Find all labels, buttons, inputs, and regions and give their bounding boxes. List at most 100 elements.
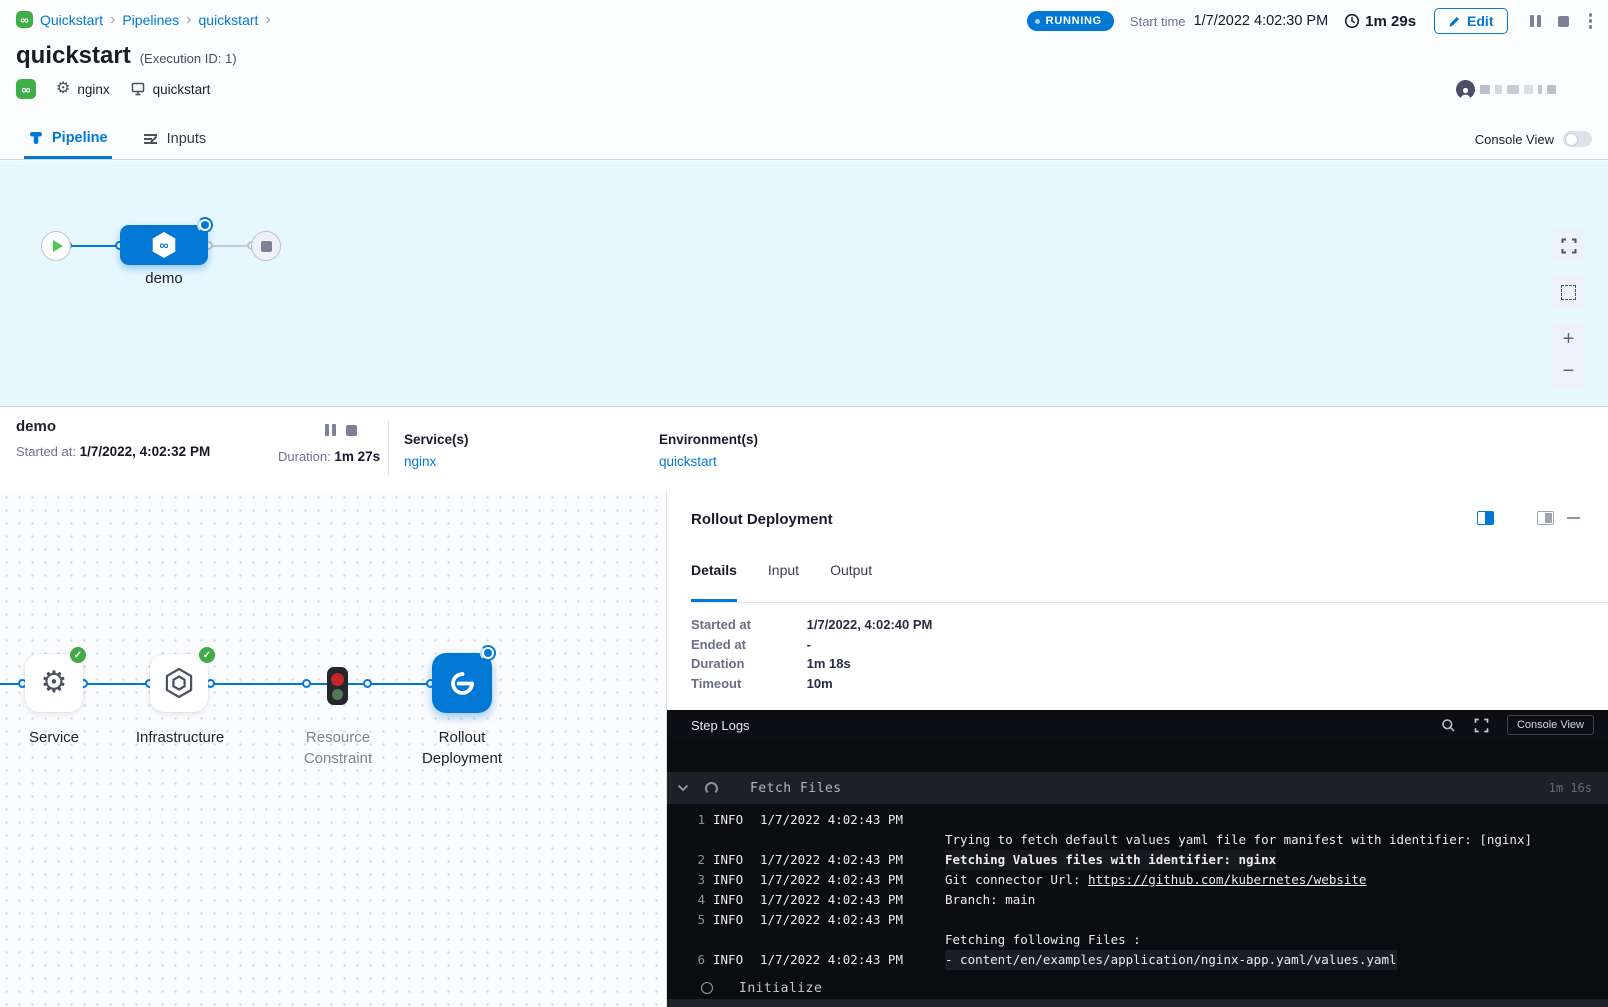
inputs-icon <box>142 131 159 147</box>
stage-details-bar: demo Started at: 1/7/2022, 4:02:32 PM Du… <box>0 406 1608 491</box>
edge-start-to-stage <box>70 245 120 247</box>
log-search-icon[interactable] <box>1441 718 1456 733</box>
breadcrumb-separator: › <box>186 13 191 27</box>
pipeline-icon <box>28 130 44 146</box>
section-name: Initialize <box>739 981 822 996</box>
minimize-panel-icon[interactable] <box>1567 517 1580 520</box>
log-line: 3INFO1/7/2022 4:02:43 PMGit connector Ur… <box>667 870 1608 890</box>
canvas-zoom-controls: + − <box>1552 323 1585 387</box>
log-line: 5INFO1/7/2022 4:02:43 PM <box>667 910 1608 930</box>
page-header: ∞ Quickstart › Pipelines › quickstart › … <box>0 0 1608 160</box>
log-fullscreen-icon[interactable] <box>1474 718 1489 733</box>
tab-input[interactable]: Input <box>768 555 799 602</box>
log-line: Trying to fetch default values yaml file… <box>667 830 1608 850</box>
redacted-text <box>1547 85 1556 94</box>
service-gear-icon: ⚙ <box>41 668 68 698</box>
environments-label: Environment(s) <box>659 432 758 447</box>
pause-execution-icon[interactable] <box>1530 15 1541 27</box>
canvas-select-button[interactable] <box>1552 276 1585 309</box>
step-logs-header: Step Logs Console View <box>667 710 1608 740</box>
status-badge: RUNNING <box>1027 11 1114 31</box>
avatar <box>1456 80 1475 99</box>
breadcrumb-link-pipelines[interactable]: Pipelines <box>122 12 179 28</box>
zoom-in-button[interactable]: + <box>1552 323 1585 355</box>
stage-node-demo[interactable]: ∞ <box>120 225 208 265</box>
success-check-icon: ✓ <box>70 647 86 663</box>
stage-name: demo <box>16 418 56 435</box>
redacted-text <box>1538 85 1542 94</box>
step-node-service[interactable]: ⚙ <box>25 654 83 712</box>
next-section-edge <box>667 999 1608 1007</box>
log-console-view-button[interactable]: Console View <box>1507 715 1594 735</box>
log-section-fetch-files[interactable]: Fetch Files 1m 16s <box>667 772 1608 804</box>
graph-edge <box>83 683 150 685</box>
console-view-toggle[interactable] <box>1563 131 1592 147</box>
bottom-split: ⚙ ✓ Service ✓ Infrastructure Resource Co… <box>0 491 1608 1007</box>
panel-tabs: Details Input Output <box>691 555 1608 603</box>
log-section-initialize[interactable]: Initialize <box>667 976 1608 1000</box>
environment-icon <box>130 81 146 97</box>
environment-tag: quickstart <box>130 81 211 97</box>
stop-execution-icon[interactable] <box>1558 16 1569 27</box>
step-details-panel: Rollout Deployment Details Input Output … <box>666 491 1608 1007</box>
stop-square-icon <box>261 241 272 252</box>
pipeline-end-node <box>251 231 281 261</box>
environments-column: Environment(s) quickstart <box>659 432 758 469</box>
stage-pause-icon[interactable] <box>325 424 336 436</box>
page-title: quickstart <box>16 42 131 70</box>
step-node-infrastructure[interactable] <box>150 654 208 712</box>
step-running-spinner <box>480 645 496 661</box>
detail-row: Timeout 10m <box>691 674 932 694</box>
zoom-out-button[interactable]: − <box>1552 355 1585 387</box>
stage-controls <box>325 424 357 436</box>
stage-duration: Duration: 1m 27s <box>278 449 380 464</box>
environment-link[interactable]: quickstart <box>659 454 758 469</box>
clock-icon <box>1344 13 1360 29</box>
start-time-label: Start time <box>1130 14 1186 29</box>
marquee-icon <box>1561 285 1576 300</box>
step-node-resource-constraint[interactable] <box>327 667 348 705</box>
pending-circle-icon <box>701 982 713 994</box>
traffic-light-green <box>332 689 343 700</box>
title-row: quickstart (Execution ID: 1) <box>16 42 237 70</box>
services-label: Service(s) <box>404 432 469 447</box>
rollout-deployment-icon <box>449 670 476 697</box>
user-icon <box>1459 86 1472 99</box>
success-check-icon: ✓ <box>199 647 215 663</box>
step-node-rollout-deployment[interactable] <box>432 653 492 713</box>
service-tag: ⚙ nginx <box>56 81 110 97</box>
harness-logo-icon: ∞ <box>16 11 33 28</box>
service-link[interactable]: nginx <box>404 454 469 469</box>
graph-connector-dot <box>302 679 311 688</box>
pipeline-start-node <box>41 231 71 261</box>
edge-stage-to-end <box>208 245 251 247</box>
edit-button[interactable]: Edit <box>1434 8 1507 34</box>
stage-stop-icon[interactable] <box>346 425 357 436</box>
tab-details[interactable]: Details <box>691 555 737 602</box>
breadcrumb-link-project[interactable]: Quickstart <box>40 12 103 28</box>
traffic-light-red <box>331 673 344 686</box>
elapsed-time: 1m 29s <box>1344 13 1416 30</box>
tab-inputs[interactable]: Inputs <box>138 119 211 159</box>
stage-started: Started at: 1/7/2022, 4:02:32 PM <box>16 444 210 459</box>
canvas-fullscreen-button[interactable] <box>1552 229 1585 262</box>
layout-right-panel-icon[interactable] <box>1477 511 1494 525</box>
cd-module-icon: ∞ <box>16 79 36 99</box>
git-connector-link[interactable]: https://github.com/kubernetes/website <box>1088 872 1366 887</box>
step-label-resource-constraint: Resource Constraint <box>283 727 393 769</box>
panel-title: Rollout Deployment <box>691 511 833 528</box>
more-options-icon[interactable] <box>1587 11 1595 31</box>
layout-right-filled-icon[interactable] <box>1537 511 1554 525</box>
chevron-down-icon <box>677 784 689 792</box>
start-time-value: 1/7/2022 4:02:30 PM <box>1194 13 1329 29</box>
step-label-rollout-deployment: Rollout Deployment <box>402 727 522 769</box>
execution-id: (Execution ID: 1) <box>140 51 237 66</box>
graph-edge <box>367 683 430 685</box>
section-spinner-icon <box>705 782 718 795</box>
app-root: ∞ Quickstart › Pipelines › quickstart › … <box>0 0 1608 1007</box>
stage-running-spinner <box>197 217 213 233</box>
tab-pipeline[interactable]: Pipeline <box>24 119 112 159</box>
breadcrumb-link-pipeline[interactable]: quickstart <box>199 12 259 28</box>
tab-output[interactable]: Output <box>830 555 872 602</box>
step-label-infrastructure: Infrastructure <box>110 727 250 748</box>
